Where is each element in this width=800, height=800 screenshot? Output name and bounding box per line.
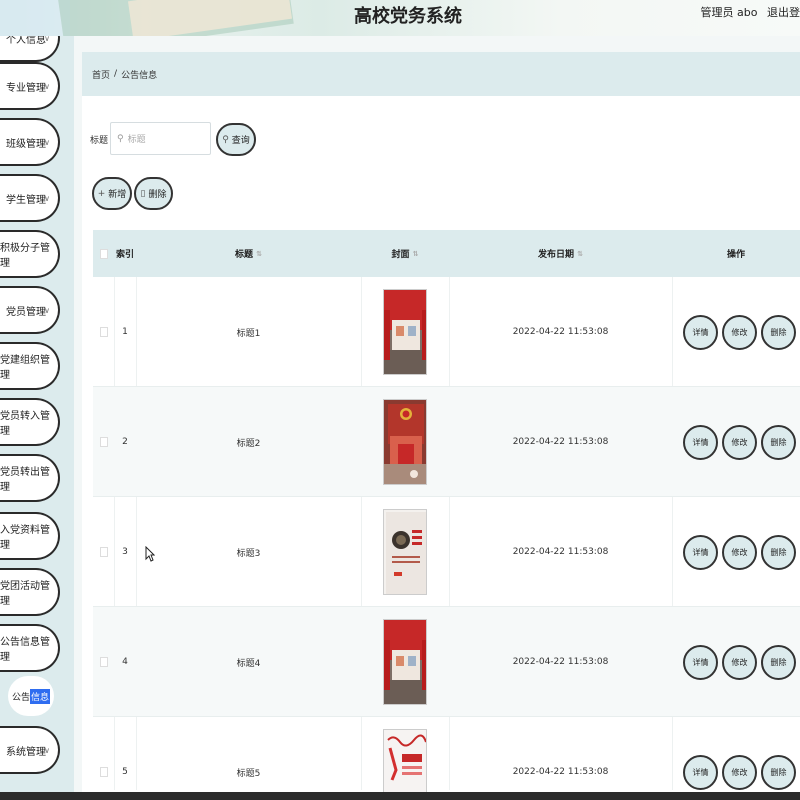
chevron-down-icon: ∨: [44, 746, 50, 755]
delete-button[interactable]: 删除: [761, 425, 796, 460]
row-index: 2: [122, 437, 128, 447]
sidebar-item-major[interactable]: 专业管理 ∨: [0, 62, 60, 110]
row-title: 标题4: [236, 658, 261, 669]
delete-button[interactable]: 删除: [761, 315, 796, 350]
cover-image[interactable]: [383, 619, 427, 705]
site-title: 高校党务系统: [354, 6, 462, 27]
search-label: 标题: [90, 136, 109, 146]
row-index: 1: [122, 327, 128, 337]
user-info: 管理员 abo 退出登: [695, 4, 800, 20]
breadcrumb-current: 公告信息: [121, 70, 158, 81]
row-date: 2022-04-22 11:53:08: [512, 547, 609, 557]
sidebar-item-profile[interactable]: 个人信息 ∨: [0, 36, 60, 62]
chevron-down-icon: ∨: [44, 138, 50, 147]
sidebar-item-activities[interactable]: 党团活动管理: [0, 568, 60, 616]
bottom-bar: [0, 792, 800, 800]
detail-button[interactable]: 详情: [683, 535, 718, 570]
row-checkbox[interactable]: [99, 547, 108, 557]
sidebar-subitem-announcement-info[interactable]: 公告 信息: [8, 676, 54, 716]
row-checkbox[interactable]: [99, 767, 108, 777]
sidebar-item-member[interactable]: 党员管理 ∨: [0, 286, 60, 334]
table-header: 索引 标题 ⇅ 封面 ⇅ 发布日期 ⇅ 操作: [93, 230, 800, 277]
sort-icon: ⇅: [256, 249, 262, 258]
detail-button[interactable]: 详情: [683, 645, 718, 680]
user-label: 管理员 abo: [700, 6, 758, 19]
table-row: 2 标题2 2022-04-22 11:53:08 详情 修改 删除: [93, 387, 800, 497]
row-title: 标题1: [236, 328, 261, 339]
breadcrumb-separator: /: [114, 69, 118, 79]
table-row: 1 标题1 2022-04-22 11:53:08 详情 修改 删除: [93, 277, 800, 387]
search-input[interactable]: ⚲ 标题: [110, 122, 211, 155]
row-date: 2022-04-22 11:53:08: [512, 657, 609, 667]
sidebar-item-organization[interactable]: 党建组织管理: [0, 342, 60, 390]
row-index: 4: [122, 657, 128, 667]
row-date: 2022-04-22 11:53:08: [512, 327, 609, 337]
chevron-down-icon: ∨: [44, 194, 50, 203]
cover-image[interactable]: [383, 509, 427, 595]
query-button[interactable]: ⚲ 查询: [216, 123, 256, 156]
edit-button[interactable]: 修改: [722, 315, 757, 350]
sidebar-item-announcements[interactable]: 公告信息管理: [0, 624, 60, 672]
column-header-index: 索引: [115, 250, 134, 260]
column-header-cover[interactable]: 封面 ⇅: [361, 230, 449, 277]
sidebar-item-student[interactable]: 学生管理 ∨: [0, 174, 60, 222]
add-button[interactable]: + 新增: [92, 177, 132, 210]
search-placeholder: 标题: [127, 135, 146, 145]
logout-link[interactable]: 退出登: [767, 6, 800, 19]
sidebar-item-activist[interactable]: 积极分子管理: [0, 230, 60, 278]
edit-button[interactable]: 修改: [722, 645, 757, 680]
chevron-down-icon: ∨: [44, 82, 50, 91]
sidebar-item-system[interactable]: 系统管理 ∨: [0, 726, 60, 774]
edit-button[interactable]: 修改: [722, 425, 757, 460]
search-icon: ⚲: [117, 133, 124, 144]
row-checkbox[interactable]: [99, 437, 108, 447]
sidebar: 个人信息 ∨ 专业管理 ∨ 班级管理 ∨ 学生管理 ∨ 积极分子管理 党员管理 ∨ 党建组…: [0, 36, 74, 800]
cover-image[interactable]: [383, 729, 427, 800]
search-icon: ⚲: [222, 134, 229, 145]
column-header-title[interactable]: 标题 ⇅: [136, 230, 361, 277]
sidebar-item-class[interactable]: 班级管理 ∨: [0, 118, 60, 166]
table-row: 4 标题4 2022-04-22 11:53:08 详情 修改 删除: [93, 607, 800, 717]
trash-icon: ▯: [140, 188, 146, 199]
detail-button[interactable]: 详情: [683, 315, 718, 350]
edit-button[interactable]: 修改: [722, 535, 757, 570]
table-row: 5 标题5 2022-04-22 11:53:08 详情 修改 删除: [93, 717, 800, 800]
sidebar-item-transfer-in[interactable]: 党员转入管理: [0, 398, 60, 446]
column-header-actions: 操作: [726, 250, 745, 260]
row-title: 标题5: [236, 768, 261, 779]
plus-icon: +: [97, 188, 106, 199]
sort-icon: ⇅: [412, 249, 419, 258]
batch-delete-button[interactable]: ▯ 删除: [134, 177, 173, 210]
select-all-checkbox[interactable]: [99, 248, 108, 259]
edit-button[interactable]: 修改: [722, 755, 757, 790]
delete-button[interactable]: 删除: [761, 535, 796, 570]
cover-image[interactable]: [383, 399, 427, 485]
top-header: 高校党务系统 管理员 abo 退出登: [0, 0, 800, 36]
row-title: 标题3: [236, 548, 261, 559]
row-checkbox[interactable]: [99, 657, 108, 667]
breadcrumb-home[interactable]: 首页: [92, 68, 110, 81]
column-header-date[interactable]: 发布日期 ⇅: [449, 230, 672, 277]
detail-button[interactable]: 详情: [683, 425, 718, 460]
mouse-cursor-icon: [145, 546, 155, 562]
detail-button[interactable]: 详情: [683, 755, 718, 790]
delete-button[interactable]: 删除: [761, 645, 796, 680]
row-checkbox[interactable]: [99, 327, 108, 337]
chevron-down-icon: ∨: [44, 306, 50, 315]
breadcrumb: 首页 / 公告信息: [82, 52, 800, 96]
row-date: 2022-04-22 11:53:08: [512, 767, 609, 777]
delete-button[interactable]: 删除: [761, 755, 796, 790]
row-index: 3: [122, 547, 128, 557]
sort-icon: ⇅: [577, 249, 583, 258]
row-index: 5: [122, 767, 128, 777]
row-title: 标题2: [236, 438, 261, 449]
chevron-down-icon: ∨: [44, 36, 50, 43]
row-date: 2022-04-22 11:53:08: [512, 437, 609, 447]
table-row: 3 标题3 2022-04-22 11:53:08 详情 修改 删除: [93, 497, 800, 607]
cover-image[interactable]: [383, 289, 427, 375]
sidebar-item-transfer-out[interactable]: 党员转出管理: [0, 454, 60, 502]
sidebar-item-materials[interactable]: 入党资料管理: [0, 512, 60, 560]
